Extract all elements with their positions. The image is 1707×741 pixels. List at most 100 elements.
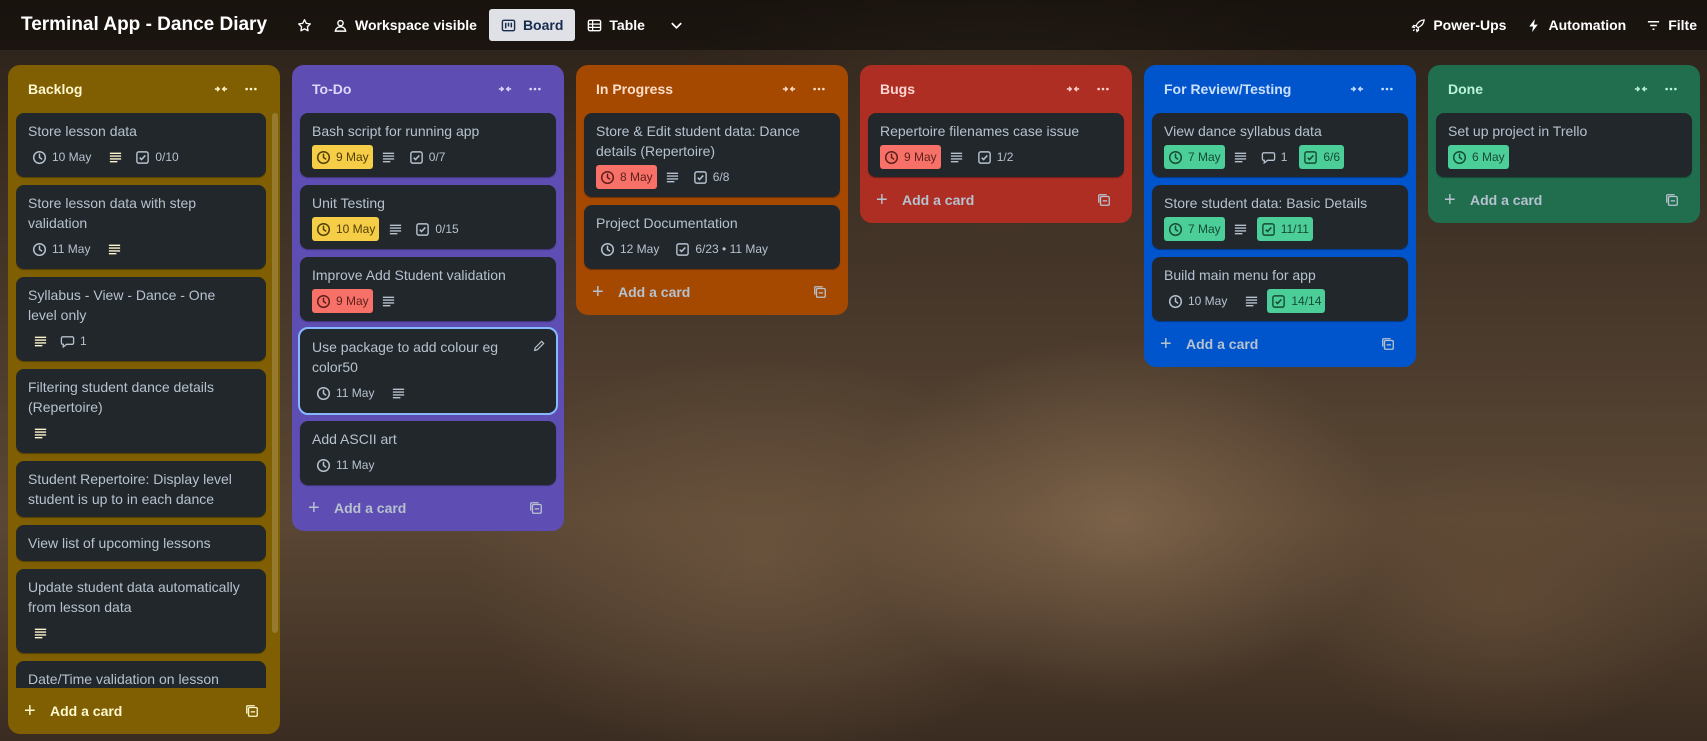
board-title[interactable]: Terminal App - Dance Diary — [21, 14, 267, 36]
list-title[interactable]: In Progress — [596, 81, 774, 97]
card[interactable]: Syllabus - View - Dance - One level only… — [16, 277, 266, 361]
card[interactable]: Store lesson data 10 May 0/10 — [16, 113, 266, 177]
due-date-text: 7 May — [1188, 222, 1221, 236]
due-date-badge[interactable]: 11 May — [28, 237, 98, 261]
collapse-list-button[interactable] — [774, 76, 804, 102]
list-title[interactable]: To-Do — [312, 81, 490, 97]
description-icon — [665, 170, 680, 185]
card[interactable]: View list of upcoming lessons — [16, 525, 266, 561]
collapse-list-button[interactable] — [1626, 76, 1656, 102]
powerups-button[interactable]: Power-Ups — [1401, 9, 1516, 41]
due-date-badge[interactable]: 10 May — [1164, 289, 1235, 313]
add-card-button[interactable]: + Add a card — [1152, 321, 1408, 367]
card[interactable]: Store student data: Basic Details 7 May … — [1152, 185, 1408, 249]
card[interactable]: Store lesson data with step validation 1… — [16, 185, 266, 269]
collapse-list-button[interactable] — [1058, 76, 1088, 102]
list-todo: To-Do Bash script for running app 9 May … — [292, 65, 564, 531]
collapse-list-button[interactable] — [490, 76, 520, 102]
checklist-badge: 11/11 — [1256, 217, 1313, 241]
due-date-badge[interactable]: 10 May — [312, 217, 380, 241]
card[interactable]: Update student data automatically from l… — [16, 569, 266, 653]
checklist-icon — [409, 150, 424, 165]
list-header: For Review/Testing — [1152, 65, 1408, 113]
due-date-badge[interactable]: 9 May — [312, 289, 373, 313]
list-header: To-Do — [300, 65, 556, 113]
list-title[interactable]: For Review/Testing — [1164, 81, 1342, 97]
comments-count: 1 — [1280, 150, 1288, 164]
create-from-template-button[interactable] — [1374, 330, 1402, 358]
plus-icon: + — [308, 497, 320, 519]
card[interactable]: Set up project in Trello 6 May — [1436, 113, 1692, 177]
list-bugs: Bugs Repertoire filenames case issue 9 M… — [860, 65, 1132, 223]
list-menu-button[interactable] — [236, 76, 266, 102]
card[interactable]: Store & Edit student data: Dance details… — [584, 113, 840, 197]
list-menu-button[interactable] — [804, 76, 834, 102]
edit-icon[interactable] — [532, 339, 546, 353]
due-date-badge[interactable]: 9 May — [880, 145, 941, 169]
card[interactable]: Improve Add Student validation 9 May — [300, 257, 556, 321]
add-card-button[interactable]: + Add a card — [584, 269, 840, 315]
list-menu-button[interactable] — [1088, 76, 1118, 102]
due-date-badge[interactable]: 7 May — [1164, 145, 1225, 169]
clock-icon — [316, 150, 331, 165]
due-date-badge[interactable]: 7 May — [1164, 217, 1225, 241]
collapse-list-button[interactable] — [206, 76, 236, 102]
add-card-label: Add a card — [618, 284, 691, 300]
card[interactable]: Filtering student dance details (Reperto… — [16, 369, 266, 453]
list-title[interactable]: Backlog — [28, 81, 206, 97]
add-card-button[interactable]: + Add a card — [300, 485, 556, 531]
due-date-badge[interactable]: 8 May — [596, 165, 657, 189]
due-date-badge[interactable]: 12 May — [596, 237, 667, 261]
list-scrollbar[interactable] — [272, 113, 278, 633]
create-from-template-button[interactable] — [1090, 186, 1118, 214]
create-from-template-button[interactable] — [806, 278, 834, 306]
list-title[interactable]: Bugs — [880, 81, 1058, 97]
due-date-badge[interactable]: 6 May — [1448, 145, 1509, 169]
add-card-button[interactable]: + Add a card — [868, 177, 1124, 223]
card[interactable]: Add ASCII art 11 May — [300, 421, 556, 485]
card[interactable]: Build main menu for app 10 May 14/14 — [1152, 257, 1408, 321]
card-title: Store student data: Basic Details — [1164, 195, 1368, 211]
automation-button[interactable]: Automation — [1516, 9, 1636, 41]
card[interactable]: Date/Time validation on lesson — [16, 661, 266, 688]
add-card-button[interactable]: + Add a card — [1436, 177, 1692, 223]
view-table-button[interactable]: Table — [575, 9, 657, 41]
create-from-template-button[interactable] — [1658, 186, 1686, 214]
visibility-button[interactable]: Workspace visible — [321, 9, 489, 41]
list-menu-button[interactable] — [520, 76, 550, 102]
board-header: Terminal App - Dance Diary Workspace vis… — [0, 0, 1707, 50]
card[interactable]: View dance syllabus data 7 May 1 6/6 — [1152, 113, 1408, 177]
board-header-actions: Power-Ups Automation Filte — [1401, 9, 1707, 41]
add-card-button[interactable]: + Add a card — [16, 688, 272, 734]
due-date-badge[interactable]: 9 May — [312, 145, 373, 169]
list-menu-button[interactable] — [1656, 76, 1686, 102]
collapse-list-button[interactable] — [1342, 76, 1372, 102]
create-from-template-button[interactable] — [522, 494, 550, 522]
view-board-button[interactable]: Board — [488, 9, 576, 41]
views-dropdown-button[interactable] — [657, 9, 696, 41]
create-from-template-button[interactable] — [238, 697, 266, 725]
card[interactable]: Student Repertoire: Display level studen… — [16, 461, 266, 517]
list-title[interactable]: Done — [1448, 81, 1626, 97]
table-icon — [588, 19, 602, 31]
clock-icon — [1452, 150, 1467, 165]
due-date-badge[interactable]: 11 May — [312, 381, 382, 405]
due-date-badge[interactable]: 11 May — [312, 453, 382, 477]
description-badge — [377, 289, 401, 313]
list-header: In Progress — [584, 65, 840, 113]
due-date-badge[interactable]: 10 May — [28, 145, 99, 169]
card[interactable]: Unit Testing 10 May 0/15 — [300, 185, 556, 249]
card-title: Unit Testing — [312, 195, 385, 211]
star-button[interactable] — [287, 9, 321, 41]
view-board-label: Board — [522, 17, 564, 33]
card[interactable]: Project Documentation 12 May 6/23 • 11 M… — [584, 205, 840, 269]
star-icon — [297, 18, 311, 31]
card[interactable]: Bash script for running app 9 May 0/7 — [300, 113, 556, 177]
card-hovered[interactable]: Use package to add colour eg color50 11 … — [298, 327, 558, 415]
list-menu-button[interactable] — [1372, 76, 1402, 102]
board-icon — [501, 19, 516, 31]
filters-button[interactable]: Filte — [1636, 9, 1707, 41]
card-list: Set up project in Trello 6 May — [1436, 113, 1692, 177]
checklist-icon — [415, 222, 430, 237]
card[interactable]: Repertoire filenames case issue 9 May 1/… — [868, 113, 1124, 177]
